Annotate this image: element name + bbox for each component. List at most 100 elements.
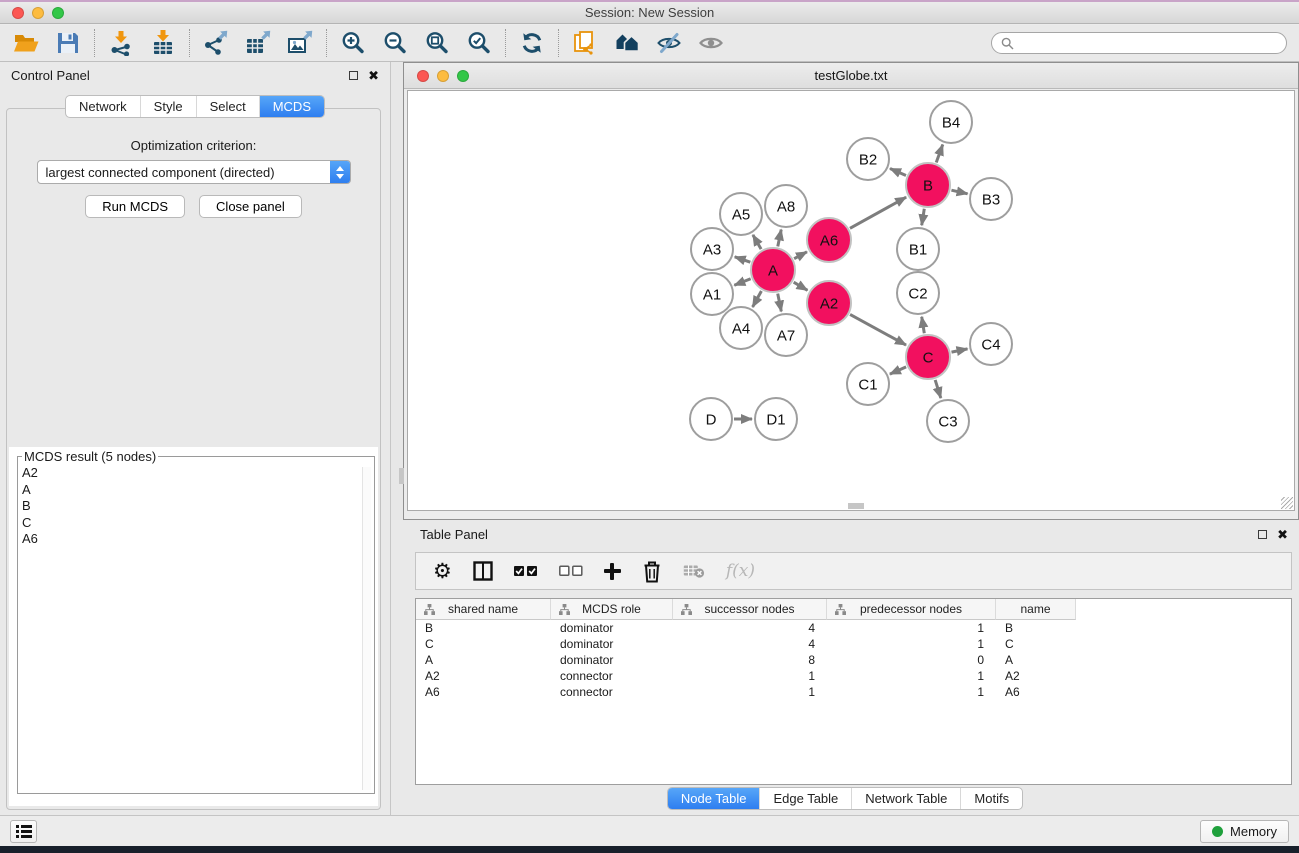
network-node-B2[interactable]: B2 xyxy=(847,138,889,180)
network-edge-B-B1[interactable] xyxy=(922,209,925,226)
tab-motifs[interactable]: Motifs xyxy=(960,788,1022,809)
network-edge-B-B2[interactable] xyxy=(890,169,906,176)
network-edge-A-A5[interactable] xyxy=(753,235,761,249)
table-row[interactable]: Adominator80A xyxy=(416,652,1291,668)
deselect-all-icon[interactable] xyxy=(559,565,583,577)
network-node-B4[interactable]: B4 xyxy=(930,101,972,143)
network-node-A2[interactable]: A2 xyxy=(807,281,851,325)
mcds-result-item[interactable]: A xyxy=(22,482,360,499)
tab-network-table[interactable]: Network Table xyxy=(851,788,960,809)
export-network-icon[interactable] xyxy=(202,29,230,57)
network-edge-C-C2[interactable] xyxy=(922,317,925,334)
window-close-button[interactable] xyxy=(12,7,24,19)
network-node-C2[interactable]: C2 xyxy=(897,272,939,314)
run-mcds-button[interactable]: Run MCDS xyxy=(85,195,185,218)
save-session-icon[interactable] xyxy=(54,29,82,57)
network-edge-C-C4[interactable] xyxy=(952,349,968,352)
window-minimize-button[interactable] xyxy=(32,7,44,19)
table-cell[interactable]: 1 xyxy=(673,669,827,683)
table-cell[interactable]: 1 xyxy=(827,637,996,651)
table-cell[interactable]: B xyxy=(416,621,551,635)
delete-column-trash-icon[interactable] xyxy=(642,560,662,583)
task-history-button[interactable] xyxy=(10,820,37,843)
table-cell[interactable]: A xyxy=(416,653,551,667)
network-node-A5[interactable]: A5 xyxy=(720,193,762,235)
control-panel-float-icon[interactable] xyxy=(349,71,358,80)
column-header-shared-name[interactable]: shared name xyxy=(416,599,551,620)
table-cell[interactable]: 1 xyxy=(827,621,996,635)
table-cell[interactable]: 8 xyxy=(673,653,827,667)
tab-select[interactable]: Select xyxy=(196,96,259,117)
search-input[interactable] xyxy=(1020,35,1277,51)
control-panel-close-icon[interactable]: ✖ xyxy=(368,69,379,82)
table-cell[interactable]: A xyxy=(996,653,1076,667)
table-cell[interactable]: 1 xyxy=(673,685,827,699)
table-panel-close-icon[interactable]: ✖ xyxy=(1277,528,1288,541)
zoom-selected-icon[interactable] xyxy=(465,29,493,57)
network-node-B3[interactable]: B3 xyxy=(970,178,1012,220)
memory-button[interactable]: Memory xyxy=(1200,820,1289,843)
mcds-result-item[interactable]: B xyxy=(22,498,360,515)
zoom-out-icon[interactable] xyxy=(381,29,409,57)
network-vscrollbar-thumb[interactable] xyxy=(399,468,404,484)
new-network-from-selection-icon[interactable] xyxy=(571,29,599,57)
tab-mcds[interactable]: MCDS xyxy=(259,96,324,117)
table-cell[interactable]: dominator xyxy=(551,653,673,667)
zoom-in-icon[interactable] xyxy=(339,29,367,57)
column-header-predecessor-nodes[interactable]: predecessor nodes xyxy=(827,599,996,620)
add-column-icon[interactable] xyxy=(604,563,621,580)
mcds-result-item[interactable]: C xyxy=(22,515,360,532)
open-file-icon[interactable] xyxy=(12,29,40,57)
hide-selected-eye-icon[interactable] xyxy=(655,29,683,57)
select-all-icon[interactable] xyxy=(514,565,538,577)
network-edge-B-B3[interactable] xyxy=(951,190,967,194)
import-network-icon[interactable] xyxy=(107,29,135,57)
network-edge-A6-B[interactable] xyxy=(850,197,906,228)
network-edge-A-A6[interactable] xyxy=(794,252,807,259)
network-window-close-button[interactable] xyxy=(417,70,429,82)
table-cell[interactable]: B xyxy=(996,621,1076,635)
network-node-C4[interactable]: C4 xyxy=(970,323,1012,365)
mcds-result-item[interactable]: A6 xyxy=(22,531,360,548)
network-node-C3[interactable]: C3 xyxy=(927,400,969,442)
import-table-icon[interactable] xyxy=(149,29,177,57)
network-edge-A-A3[interactable] xyxy=(735,257,751,262)
network-node-C1[interactable]: C1 xyxy=(847,363,889,405)
table-cell[interactable]: A6 xyxy=(996,685,1076,699)
network-edge-A-A7[interactable] xyxy=(778,294,782,312)
show-column-icon[interactable] xyxy=(473,561,493,581)
network-node-A[interactable]: A xyxy=(751,248,795,292)
network-node-B1[interactable]: B1 xyxy=(897,228,939,270)
show-all-eye-icon[interactable] xyxy=(697,29,725,57)
network-node-B[interactable]: B xyxy=(906,163,950,207)
table-cell[interactable]: A2 xyxy=(416,669,551,683)
column-header-name[interactable]: name xyxy=(996,599,1076,620)
network-window-resize-handle[interactable] xyxy=(1281,497,1293,509)
network-edge-A-A1[interactable] xyxy=(734,279,750,285)
mcds-result-item[interactable]: A2 xyxy=(22,465,360,482)
network-edge-B-B4[interactable] xyxy=(936,145,943,163)
close-panel-button[interactable]: Close panel xyxy=(199,195,302,218)
network-window-titlebar[interactable]: testGlobe.txt xyxy=(404,63,1298,89)
zoom-fit-icon[interactable] xyxy=(423,29,451,57)
network-window-zoom-button[interactable] xyxy=(457,70,469,82)
network-node-A6[interactable]: A6 xyxy=(807,218,851,262)
network-edge-A-A2[interactable] xyxy=(794,282,808,290)
criterion-dropdown[interactable]: largest connected component (directed) xyxy=(37,160,351,184)
table-cell[interactable]: C xyxy=(996,637,1076,651)
column-header-successor-nodes[interactable]: successor nodes xyxy=(673,599,827,620)
table-cell[interactable]: 4 xyxy=(673,621,827,635)
export-image-icon[interactable] xyxy=(286,29,314,57)
network-window-minimize-button[interactable] xyxy=(437,70,449,82)
refresh-layout-icon[interactable] xyxy=(518,29,546,57)
table-cell[interactable]: 1 xyxy=(827,669,996,683)
table-cell[interactable]: 1 xyxy=(827,685,996,699)
first-neighbors-icon[interactable] xyxy=(613,29,641,57)
network-node-D1[interactable]: D1 xyxy=(755,398,797,440)
network-node-C[interactable]: C xyxy=(906,335,950,379)
table-row[interactable]: A2connector11A2 xyxy=(416,668,1291,684)
table-cell[interactable]: dominator xyxy=(551,637,673,651)
table-cell[interactable]: A2 xyxy=(996,669,1076,683)
network-canvas[interactable]: B4B2BB3A5A8A6A3B1AA1C2A2A4A7CC4C1DD1C3 xyxy=(407,90,1295,511)
network-node-A4[interactable]: A4 xyxy=(720,307,762,349)
